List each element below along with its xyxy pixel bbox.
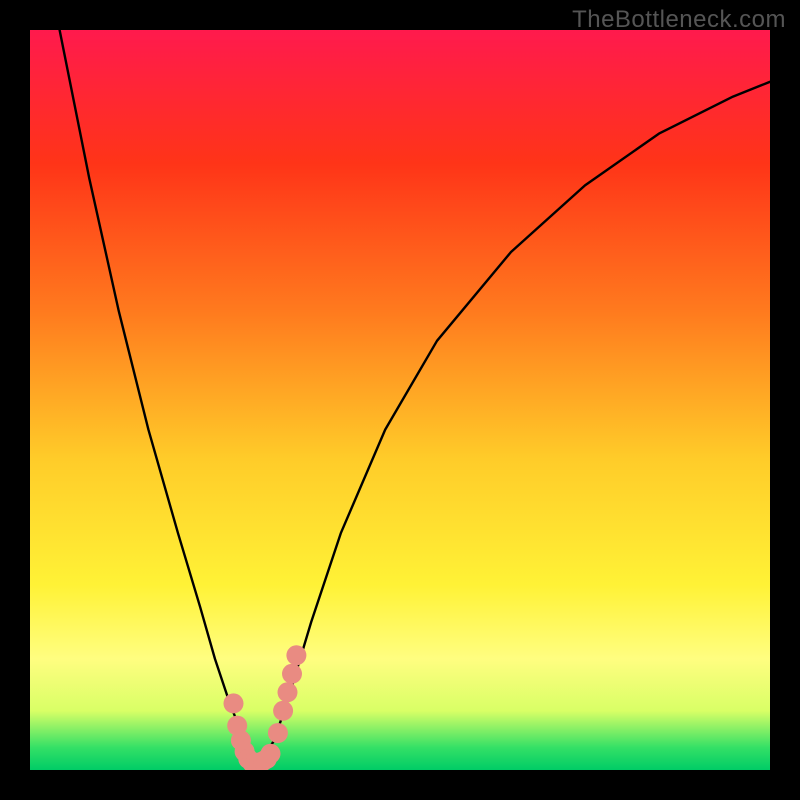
highlight-dot <box>273 701 293 721</box>
highlight-dot <box>282 664 302 684</box>
highlight-dot <box>261 744 281 764</box>
highlight-dot <box>278 682 298 702</box>
chart-svg <box>30 30 770 770</box>
chart-area <box>30 30 770 770</box>
highlight-dot <box>286 645 306 665</box>
bottleneck-curve <box>60 30 770 763</box>
highlight-dot <box>268 723 288 743</box>
watermark-text: TheBottleneck.com <box>572 6 786 34</box>
highlight-dot <box>224 693 244 713</box>
